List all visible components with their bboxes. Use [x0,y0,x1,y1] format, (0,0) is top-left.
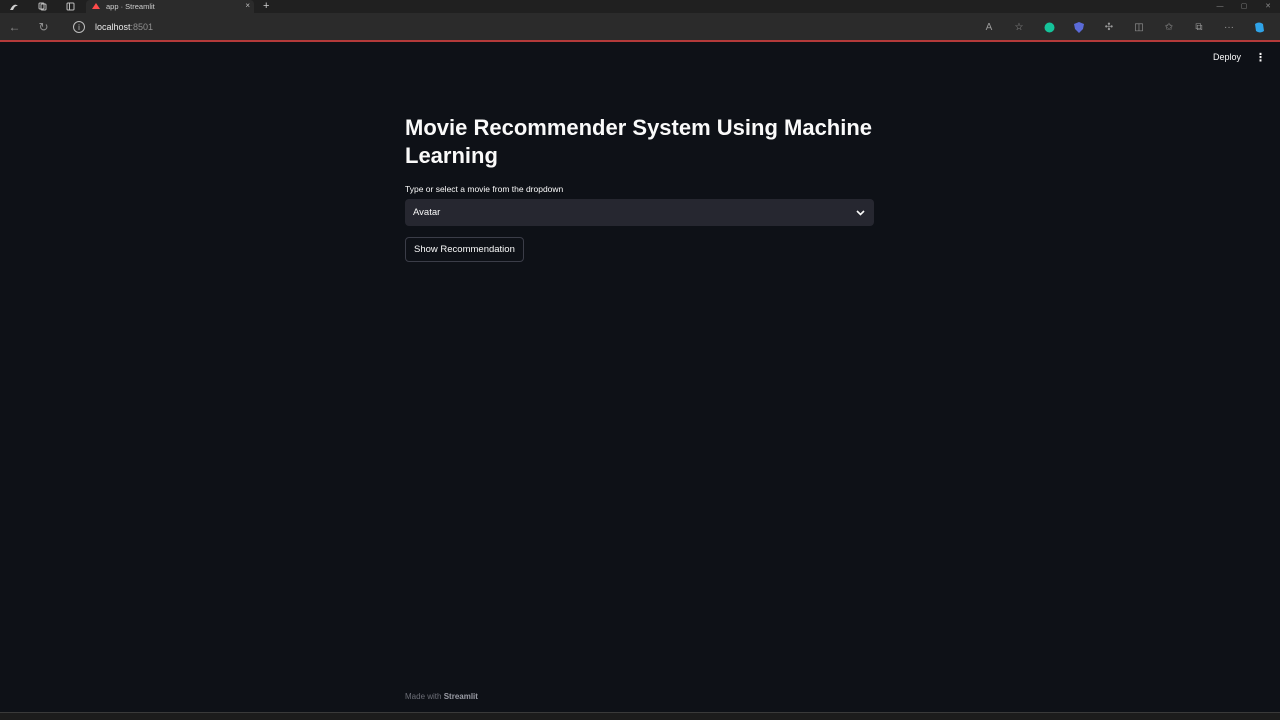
streamlit-favicon-icon [92,3,100,11]
url-host: localhost [95,22,131,32]
back-icon[interactable]: ← [0,13,29,41]
browser-toolbar: A ☆ ✣ ◫ ✩ ⧉ ··· [974,13,1274,41]
selected-movie-value: Avatar [413,207,441,218]
chevron-down-icon[interactable] [854,207,866,219]
app-header: Deploy ⋮ [1213,42,1280,72]
close-window-icon[interactable]: ✕ [1256,0,1280,13]
read-aloud-icon[interactable]: A [974,13,1004,41]
browser-profile-icon[interactable] [0,0,28,13]
show-recommendation-button[interactable]: Show Recommendation [405,237,524,262]
browser-tab-strip: app · Streamlit × + — ▢ ✕ [0,0,1280,13]
more-icon[interactable]: ··· [1214,13,1244,41]
new-tab-button[interactable]: + [263,0,269,13]
url-port: :8501 [130,22,154,32]
browser-address-bar: ← ↻ i localhost:8501 A ☆ ✣ ◫ ✩ ⧉ ··· [0,13,1280,41]
shield-extension-icon[interactable] [1064,13,1094,41]
footer-prefix: Made with [405,692,442,701]
favorites-icon[interactable]: ✩ [1154,13,1184,41]
collections-icon[interactable]: ⧉ [1184,13,1214,41]
url-input[interactable]: i localhost:8501 [64,16,964,38]
tab-actions-icon[interactable] [56,0,84,13]
split-screen-icon[interactable]: ◫ [1124,13,1154,41]
streamlit-app: Deploy ⋮ Movie Recommender System Using … [0,42,1280,712]
taskbar-edge [0,712,1280,720]
minimize-icon[interactable]: — [1208,0,1232,13]
deploy-button[interactable]: Deploy [1213,52,1241,62]
select-label: Type or select a movie from the dropdown [405,184,564,194]
footer: Made with Streamlit [405,692,478,701]
extensions-icon[interactable]: ✣ [1094,13,1124,41]
favorite-star-icon[interactable]: ☆ [1004,13,1034,41]
browser-tab-app[interactable]: app · Streamlit × [86,0,254,13]
page-title: Movie Recommender System Using Machine L… [405,115,873,168]
maximize-icon[interactable]: ▢ [1232,0,1256,13]
close-tab-icon[interactable]: × [245,1,250,10]
grammar-extension-icon[interactable] [1034,13,1064,41]
main-menu-icon[interactable]: ⋮ [1255,51,1266,64]
tab-title: app · Streamlit [106,2,155,11]
workspaces-icon[interactable] [28,0,56,13]
copilot-icon[interactable] [1244,13,1274,41]
movie-select[interactable]: Avatar [405,199,874,226]
main-content: Movie Recommender System Using Machine L… [405,114,874,262]
footer-brand-link[interactable]: Streamlit [444,692,478,701]
reload-icon[interactable]: ↻ [29,13,58,41]
site-info-icon[interactable]: i [73,21,85,33]
window-controls: — ▢ ✕ [1208,0,1280,13]
